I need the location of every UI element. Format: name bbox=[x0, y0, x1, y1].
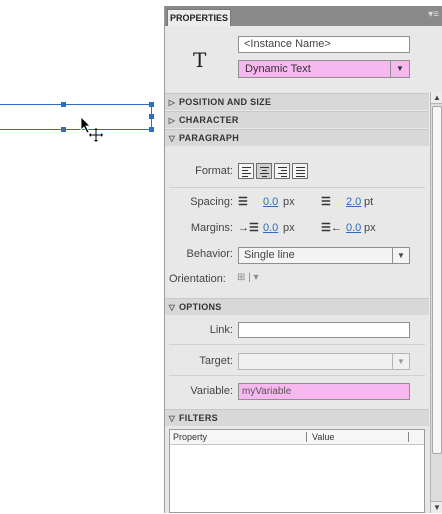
divider bbox=[169, 375, 425, 376]
filters-table[interactable]: Property Value bbox=[169, 429, 425, 513]
section-label: OPTIONS bbox=[179, 302, 222, 312]
align-center-button[interactable] bbox=[256, 163, 272, 179]
format-label: Format: bbox=[195, 165, 233, 177]
text-type-dropdown[interactable]: Dynamic Text ▼ bbox=[238, 60, 410, 78]
orientation-dropdown[interactable]: ⊞ | ▾ bbox=[237, 272, 259, 283]
resize-handle-top[interactable] bbox=[61, 102, 66, 107]
section-options[interactable]: ▽ OPTIONS bbox=[165, 298, 429, 315]
collapse-down-icon: ▽ bbox=[168, 414, 176, 423]
scroll-down-icon[interactable]: ▼ bbox=[431, 501, 442, 513]
text-tool-icon: T bbox=[193, 48, 207, 72]
section-label: CHARACTER bbox=[179, 115, 239, 125]
resize-handle-bottom-right[interactable] bbox=[149, 127, 154, 132]
resize-handle-bottom[interactable] bbox=[61, 127, 66, 132]
line-spacing-unit: pt bbox=[364, 196, 374, 208]
section-label: FILTERS bbox=[179, 413, 218, 423]
text-field-bottom-edge bbox=[0, 129, 152, 130]
variable-input[interactable]: myVariable bbox=[238, 383, 410, 400]
chevron-down-icon: ▼ bbox=[390, 61, 409, 77]
indent-unit: px bbox=[283, 196, 295, 208]
divider bbox=[169, 344, 425, 345]
resize-handle-right[interactable] bbox=[149, 114, 154, 119]
right-margin-unit: px bbox=[364, 222, 376, 234]
line-spacing-icon: ☰ bbox=[321, 196, 331, 208]
expand-right-icon: ▷ bbox=[168, 98, 176, 107]
chevron-down-icon: ▾ bbox=[253, 272, 259, 283]
line-spacing-value[interactable]: 2.0 bbox=[346, 196, 361, 208]
chevron-down-icon: ▼ bbox=[392, 354, 409, 369]
move-cursor-icon bbox=[80, 116, 103, 142]
text-field-top-edge bbox=[0, 104, 152, 105]
divider bbox=[169, 187, 425, 188]
left-margin-unit: px bbox=[283, 222, 295, 234]
filters-table-header: Property Value bbox=[170, 430, 424, 445]
expand-right-icon: ▷ bbox=[168, 116, 176, 125]
text-type-value: Dynamic Text bbox=[245, 63, 311, 75]
link-input[interactable] bbox=[238, 322, 410, 338]
instance-name-input[interactable]: <Instance Name> bbox=[238, 36, 410, 53]
link-label: Link: bbox=[209, 324, 233, 336]
text-orientation-icon: ⊞ bbox=[237, 272, 246, 283]
indent-value[interactable]: 0.0 bbox=[263, 196, 278, 208]
behavior-label: Behavior: bbox=[186, 248, 233, 260]
scroll-up-icon[interactable]: ▲ bbox=[431, 92, 442, 104]
orientation-label: Orientation: bbox=[169, 273, 226, 285]
section-character[interactable]: ▷ CHARACTER bbox=[165, 111, 429, 128]
target-label: Target: bbox=[199, 355, 233, 367]
left-margin-icon: →☰ bbox=[238, 222, 259, 234]
section-position-size[interactable]: ▷ POSITION AND SIZE bbox=[165, 93, 429, 110]
chevron-down-icon: ▼ bbox=[392, 248, 409, 263]
panel-tab-bar: PROPERTIES ▾≡ bbox=[165, 6, 442, 26]
spacing-label: Spacing: bbox=[190, 196, 233, 208]
panel-content: T <Instance Name> Dynamic Text ▼ ▷ POSITI… bbox=[165, 26, 429, 513]
tab-properties[interactable]: PROPERTIES bbox=[167, 9, 231, 26]
margins-label: Margins: bbox=[190, 222, 233, 234]
resize-handle-top-right[interactable] bbox=[149, 102, 154, 107]
behavior-value: Single line bbox=[244, 249, 295, 261]
column-divider[interactable] bbox=[408, 432, 409, 442]
align-right-button[interactable] bbox=[274, 163, 290, 179]
collapse-down-icon: ▽ bbox=[168, 303, 176, 312]
properties-panel: PROPERTIES ▾≡ T <Instance Name> Dynamic … bbox=[164, 6, 442, 513]
section-label: PARAGRAPH bbox=[179, 133, 240, 143]
section-paragraph[interactable]: ▽ PARAGRAPH bbox=[165, 129, 429, 146]
behavior-dropdown[interactable]: Single line ▼ bbox=[238, 247, 410, 264]
stage-canvas[interactable] bbox=[0, 0, 160, 513]
target-dropdown[interactable]: ▼ bbox=[238, 353, 410, 370]
panel-menu-icon[interactable]: ▾≡ bbox=[428, 9, 439, 20]
panel-scrollbar[interactable]: ▲ ▼ bbox=[430, 92, 442, 513]
right-margin-value[interactable]: 0.0 bbox=[346, 222, 361, 234]
justify-button[interactable] bbox=[292, 163, 308, 179]
align-left-button[interactable] bbox=[238, 163, 254, 179]
right-margin-icon: ☰← bbox=[321, 222, 342, 234]
column-header-property[interactable]: Property bbox=[173, 430, 207, 444]
scroll-thumb[interactable] bbox=[432, 106, 442, 454]
section-filters[interactable]: ▽ FILTERS bbox=[165, 409, 429, 426]
indent-icon: ☰ bbox=[238, 196, 248, 208]
collapse-down-icon: ▽ bbox=[168, 134, 176, 143]
left-margin-value[interactable]: 0.0 bbox=[263, 222, 278, 234]
column-divider[interactable] bbox=[306, 432, 307, 442]
variable-label: Variable: bbox=[190, 385, 233, 397]
section-label: POSITION AND SIZE bbox=[179, 97, 272, 107]
column-header-value[interactable]: Value bbox=[312, 430, 334, 444]
